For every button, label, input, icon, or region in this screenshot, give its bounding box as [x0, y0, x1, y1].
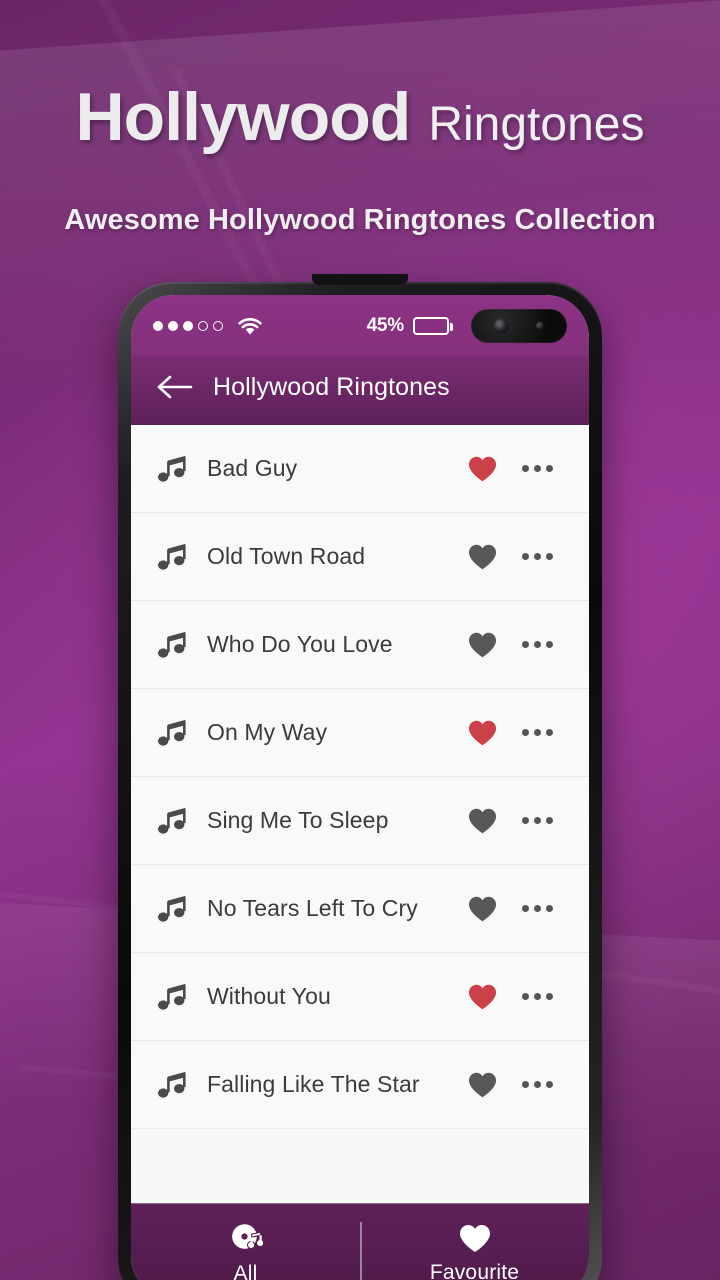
status-bar-right: 45%	[367, 309, 567, 343]
favourite-heart-icon[interactable]	[453, 631, 511, 659]
music-note-icon	[149, 540, 197, 574]
table-row[interactable]: Bad Guy	[131, 425, 589, 513]
promo-title-row: Hollywood Ringtones	[22, 78, 698, 156]
signal-strength-icon	[153, 321, 223, 331]
song-title: Old Town Road	[207, 543, 366, 569]
song-title: Falling Like The Star	[207, 1071, 420, 1097]
song-title: Without You	[207, 983, 331, 1009]
punch-hole-camera-icon	[471, 309, 567, 343]
disc-music-icon	[231, 1224, 263, 1250]
app-bar-title: Hollywood Ringtones	[213, 372, 450, 401]
promo-backdrop: Hollywood Ringtones Awesome Hollywood Ri…	[0, 0, 720, 1280]
table-row[interactable]: On My Way	[131, 689, 589, 777]
phone-mockup: 45% Hollywood Ringtones Bad Guy Old Town …	[118, 274, 602, 1280]
song-title: Bad Guy	[207, 455, 298, 481]
favourite-heart-icon[interactable]	[453, 455, 511, 483]
music-note-icon	[149, 452, 197, 486]
bottom-navigation: All Favourite	[131, 1203, 589, 1280]
table-row[interactable]: Without You	[131, 953, 589, 1041]
more-options-icon[interactable]	[511, 817, 563, 824]
promo-title-strong: Hollywood	[75, 79, 412, 155]
nav-item-all[interactable]: All	[131, 1217, 360, 1280]
nav-divider	[360, 1222, 362, 1280]
favourite-heart-icon[interactable]	[453, 983, 511, 1011]
music-note-icon	[149, 716, 197, 750]
status-bar: 45%	[131, 295, 589, 357]
favourite-heart-icon[interactable]	[453, 543, 511, 571]
nav-label-all: All	[233, 1262, 258, 1280]
battery-icon	[413, 317, 453, 335]
table-row[interactable]: Who Do You Love	[131, 601, 589, 689]
favourite-heart-icon[interactable]	[453, 807, 511, 835]
table-row[interactable]: Sing Me To Sleep	[131, 777, 589, 865]
nav-item-favourite[interactable]: Favourite	[360, 1219, 589, 1280]
table-row[interactable]: No Tears Left To Cry	[131, 865, 589, 953]
music-note-icon	[149, 628, 197, 662]
promo-subtitle: Awesome Hollywood Ringtones Collection	[64, 204, 656, 236]
promo-heading-block: Hollywood Ringtones Awesome Hollywood Ri…	[0, 78, 720, 237]
earpiece-speaker	[312, 274, 408, 286]
more-options-icon[interactable]	[511, 729, 563, 736]
favourite-heart-icon[interactable]	[453, 1071, 511, 1099]
song-title: No Tears Left To Cry	[207, 895, 418, 921]
more-options-icon[interactable]	[511, 905, 563, 912]
more-options-icon[interactable]	[511, 993, 563, 1000]
favourite-heart-icon[interactable]	[453, 895, 511, 923]
more-options-icon[interactable]	[511, 641, 563, 648]
music-note-icon	[149, 892, 197, 926]
nav-label-favourite: Favourite	[429, 1260, 520, 1280]
music-note-icon	[149, 980, 197, 1014]
more-options-icon[interactable]	[511, 553, 563, 560]
heart-icon	[459, 1224, 490, 1252]
phone-screen: 45% Hollywood Ringtones Bad Guy Old Town …	[131, 295, 589, 1280]
wifi-icon	[238, 317, 262, 335]
music-note-icon	[149, 804, 197, 838]
song-title: On My Way	[207, 719, 328, 745]
table-row[interactable]: Old Town Road	[131, 513, 589, 601]
favourite-heart-icon[interactable]	[453, 719, 511, 747]
ringtone-list[interactable]: Bad Guy Old Town Road Who Do You Love On My…	[131, 425, 589, 1203]
song-title: Sing Me To Sleep	[207, 807, 389, 833]
battery-percent-label: 45%	[366, 315, 405, 336]
table-row[interactable]: Falling Like The Star	[131, 1041, 589, 1129]
music-note-icon	[149, 1068, 197, 1102]
back-arrow-icon[interactable]	[155, 374, 193, 400]
song-title: Who Do You Love	[207, 631, 393, 657]
promo-title-light: Ringtones	[428, 98, 645, 151]
app-bar: Hollywood Ringtones	[131, 357, 589, 425]
more-options-icon[interactable]	[511, 1081, 563, 1088]
more-options-icon[interactable]	[511, 465, 563, 472]
